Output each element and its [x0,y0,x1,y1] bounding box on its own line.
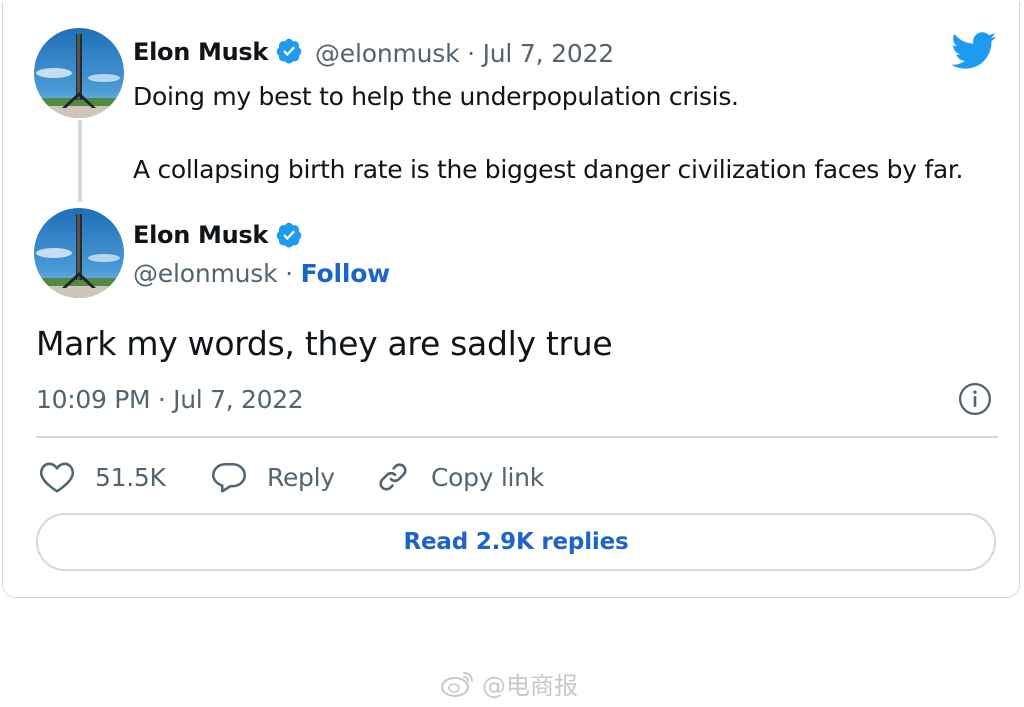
tweet-embed-card: Elon Musk @elonmusk · Jul 7, 2022 Doing … [2,2,1020,598]
reply-label: Reply [267,462,335,492]
copy-link-label: Copy link [431,462,544,492]
avatar-rocket-photo[interactable] [34,208,124,298]
link-icon [379,463,407,491]
weibo-watermark: @电商报 [440,666,578,701]
thread-connector-line [78,120,82,202]
reply-text-line-2: A collapsing birth rate is the biggest d… [133,155,964,184]
twitter-bird-icon[interactable] [951,32,997,70]
weibo-icon [441,671,473,697]
main-author-name[interactable]: Elon Musk [133,221,268,249]
copy-link-button[interactable]: Copy link [375,457,544,497]
watermark-text: @电商报 [482,672,578,700]
follow-link[interactable]: Follow [301,259,391,288]
verified-badge-icon [276,222,302,248]
reply-author-name[interactable]: Elon Musk [133,38,268,66]
like-count: 51.5K [95,462,166,492]
avatar-rocket-photo[interactable] [34,28,124,118]
main-handle-line: @elonmusk · Follow [133,259,390,288]
main-handle[interactable]: @elonmusk · [133,259,301,288]
read-replies-button[interactable]: Read 2.9K replies [36,513,996,571]
info-icon[interactable] [958,382,992,416]
main-tweet-text: Mark my words, they are sadly true [36,324,613,363]
like-button[interactable]: 51.5K [39,457,166,497]
heart-icon [39,462,75,493]
verified-badge-icon [276,38,302,64]
tweet-timestamp[interactable]: 10:09 PM · Jul 7, 2022 [36,385,304,414]
reply-text-line-1: Doing my best to help the underpopulatio… [133,82,739,111]
reply-button[interactable]: Reply [211,457,335,497]
reply-handle-date[interactable]: @elonmusk · Jul 7, 2022 [315,39,614,68]
divider [36,436,998,438]
speech-bubble-icon [211,462,247,493]
